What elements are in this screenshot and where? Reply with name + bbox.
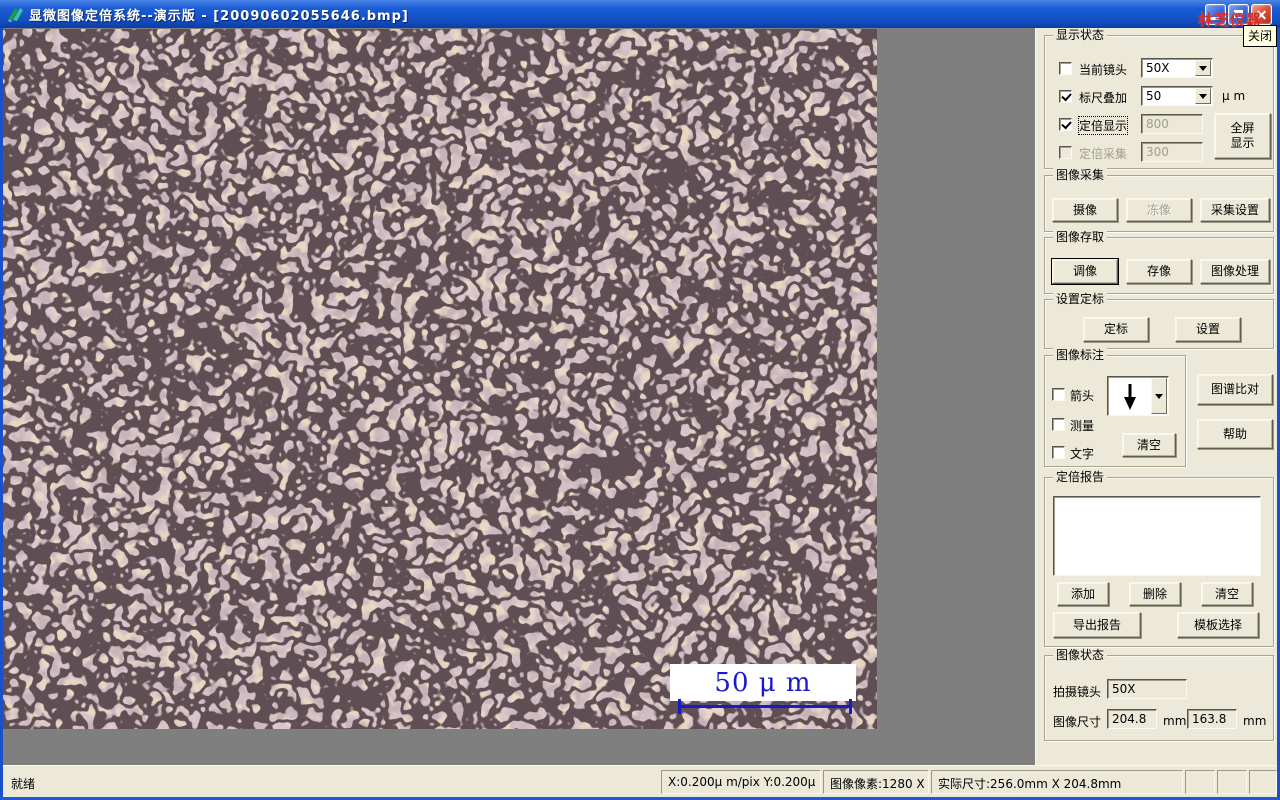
freeze-button: 冻像 bbox=[1126, 198, 1192, 222]
status-actual-size: 实际尺寸:256.0mm X 204.8mm bbox=[931, 770, 1183, 794]
group-title: 图像标注 bbox=[1053, 348, 1108, 362]
status-image-pixels: 图像像素:1280 X 1024 bbox=[823, 770, 929, 794]
scalebar-text: 50 μ m bbox=[714, 667, 812, 698]
scalebar-label: 50 μ m bbox=[670, 664, 856, 701]
fixed-capture-field: 300 bbox=[1141, 142, 1203, 162]
annotation-clear-button[interactable]: 清空 bbox=[1122, 433, 1176, 457]
group-storage: 图像存取 调像 存像 图像处理 bbox=[1044, 230, 1274, 294]
group-title: 设置定标 bbox=[1053, 292, 1108, 306]
group-display-state: 显示状态 当前镜头 50X 标尺叠加 50 μ m 定倍显示 800 定倍采集 … bbox=[1044, 28, 1274, 169]
restore-button[interactable] bbox=[1228, 4, 1249, 25]
help-button[interactable]: 帮助 bbox=[1197, 419, 1273, 449]
status-ready: 就绪 bbox=[11, 777, 36, 791]
window-title: 显微图像定倍系统--演示版 - [20090602055646.bmp] bbox=[29, 8, 409, 24]
checkbox-scale-overlay[interactable] bbox=[1059, 90, 1072, 103]
down-arrow-icon bbox=[1124, 384, 1136, 410]
image-width-field: 204.8 bbox=[1107, 709, 1157, 729]
checkbox-fixed-display-label: 定倍显示 bbox=[1077, 116, 1129, 135]
group-title: 定倍报告 bbox=[1053, 470, 1108, 484]
checkbox-text-label: 文字 bbox=[1070, 447, 1095, 461]
minimize-button[interactable] bbox=[1205, 4, 1226, 25]
lens-value-field: 50X bbox=[1107, 679, 1187, 699]
checkbox-current-lens-label: 当前镜头 bbox=[1079, 63, 1128, 77]
group-report: 定倍报告 添加 删除 清空 导出报告 模板选择 bbox=[1044, 470, 1274, 647]
status-empty-3 bbox=[1249, 770, 1277, 794]
status-resolution: X:0.200μ m/pix Y:0.200μ m/pix bbox=[661, 770, 821, 794]
chevron-down-icon[interactable] bbox=[1195, 60, 1211, 76]
report-delete-button[interactable]: 删除 bbox=[1129, 582, 1181, 606]
app-icon bbox=[8, 8, 23, 22]
load-image-button[interactable]: 调像 bbox=[1052, 259, 1118, 284]
close-tooltip: 关闭 bbox=[1242, 25, 1277, 47]
checkbox-text[interactable] bbox=[1052, 446, 1065, 459]
checkbox-fixed-capture bbox=[1059, 146, 1072, 159]
report-add-button[interactable]: 添加 bbox=[1057, 582, 1109, 606]
capture-button[interactable]: 摄像 bbox=[1052, 198, 1118, 222]
group-image-state: 图像状态 拍摄镜头 50X 图像尺寸 204.8 mm 163.8 mm bbox=[1044, 648, 1274, 741]
window-controls bbox=[1205, 4, 1272, 25]
group-calibration: 设置定标 定标 设置 bbox=[1044, 292, 1274, 349]
scale-unit-label: μ m bbox=[1222, 89, 1246, 103]
scalebar-line bbox=[678, 699, 852, 714]
checkbox-fixed-capture-label: 定倍采集 bbox=[1079, 147, 1128, 161]
group-capture: 图像采集 摄像 冻像 采集设置 bbox=[1044, 168, 1274, 232]
size-label: 图像尺寸 bbox=[1053, 715, 1102, 729]
scale-value-combobox[interactable]: 50 bbox=[1141, 86, 1213, 106]
control-panel: 显示状态 当前镜头 50X 标尺叠加 50 μ m 定倍显示 800 定倍采集 … bbox=[1035, 28, 1277, 765]
checkbox-measure[interactable] bbox=[1052, 418, 1065, 431]
checkbox-current-lens[interactable] bbox=[1059, 62, 1072, 75]
client-area: 50 μ m 显示状态 当前镜头 50X 标尺叠加 50 μ m 定倍显示 80… bbox=[3, 28, 1277, 765]
titlebar: 显微图像定倍系统--演示版 - [20090602055646.bmp] 林芝仪… bbox=[0, 0, 1280, 29]
height-unit-label: mm bbox=[1243, 714, 1267, 728]
atlas-compare-button[interactable]: 图谱比对 bbox=[1197, 374, 1273, 405]
close-button[interactable] bbox=[1251, 4, 1272, 25]
settings-button[interactable]: 设置 bbox=[1175, 317, 1241, 342]
image-height-field: 163.8 bbox=[1187, 709, 1237, 729]
scale-value: 50 bbox=[1146, 89, 1162, 103]
restore-icon bbox=[1234, 10, 1243, 18]
fixed-display-field: 800 bbox=[1141, 114, 1203, 134]
capture-settings-button[interactable]: 采集设置 bbox=[1200, 198, 1270, 222]
statusbar: 就绪 X:0.200μ m/pix Y:0.200μ m/pix 图像像素:12… bbox=[3, 765, 1277, 797]
arrow-style-combobox[interactable] bbox=[1107, 376, 1169, 416]
group-title: 图像存取 bbox=[1053, 230, 1108, 244]
save-image-button[interactable]: 存像 bbox=[1126, 259, 1192, 284]
checkbox-measure-label: 测量 bbox=[1070, 419, 1095, 433]
width-unit-label: mm bbox=[1163, 714, 1187, 728]
app-window: 显微图像定倍系统--演示版 - [20090602055646.bmp] 林芝仪… bbox=[0, 0, 1280, 800]
template-select-button[interactable]: 模板选择 bbox=[1177, 612, 1259, 638]
fullscreen-button[interactable]: 全屏 显示 bbox=[1214, 113, 1271, 159]
group-annotation: 图像标注 箭头 测量 文字 清空 bbox=[1044, 348, 1186, 467]
checkbox-arrow-label: 箭头 bbox=[1070, 389, 1095, 403]
group-title: 图像采集 bbox=[1053, 168, 1108, 182]
checkbox-scale-overlay-label: 标尺叠加 bbox=[1079, 91, 1128, 105]
group-title: 图像状态 bbox=[1053, 648, 1108, 662]
calibrate-button[interactable]: 定标 bbox=[1083, 317, 1149, 342]
report-listbox[interactable] bbox=[1053, 496, 1261, 576]
chevron-down-icon[interactable] bbox=[1195, 88, 1211, 104]
export-report-button[interactable]: 导出报告 bbox=[1053, 612, 1141, 638]
status-empty-1 bbox=[1185, 770, 1215, 794]
status-empty-2 bbox=[1217, 770, 1247, 794]
micrograph-image[interactable] bbox=[3, 29, 877, 729]
report-clear-button[interactable]: 清空 bbox=[1201, 582, 1253, 606]
lens-combobox[interactable]: 50X bbox=[1141, 58, 1213, 78]
lens-combobox-value: 50X bbox=[1146, 61, 1170, 75]
checkbox-fixed-display[interactable] bbox=[1059, 118, 1072, 131]
checkbox-arrow[interactable] bbox=[1052, 388, 1065, 401]
lens-label: 拍摄镜头 bbox=[1053, 685, 1102, 699]
minimize-icon bbox=[1210, 17, 1219, 20]
group-title: 显示状态 bbox=[1053, 28, 1108, 42]
image-processing-button[interactable]: 图像处理 bbox=[1200, 259, 1270, 284]
chevron-down-icon[interactable] bbox=[1151, 378, 1167, 414]
